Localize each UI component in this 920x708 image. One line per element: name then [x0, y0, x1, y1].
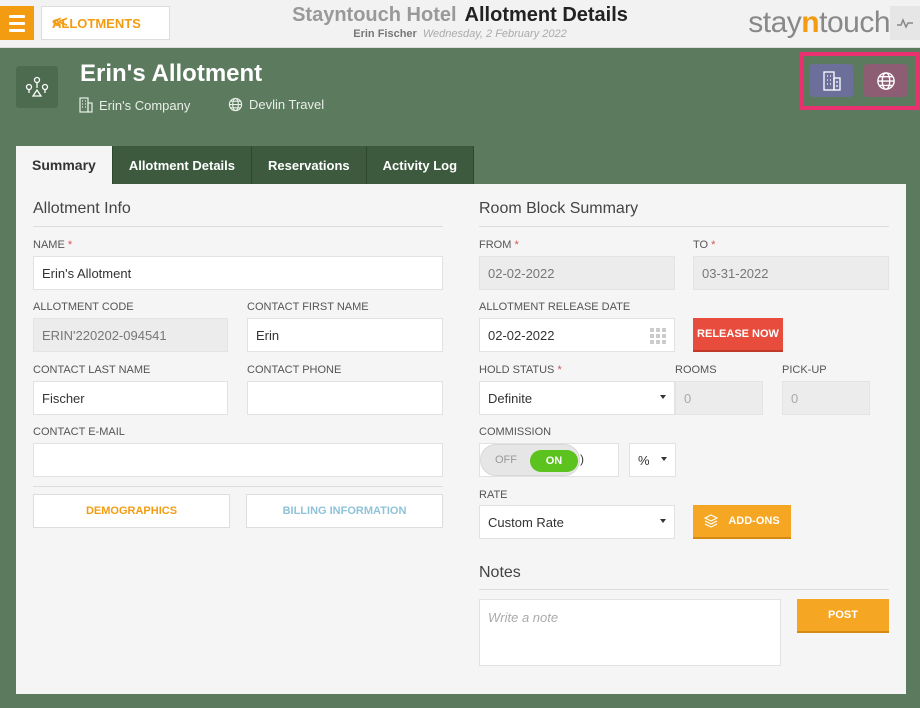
company-name: Erin's Company: [99, 97, 191, 113]
travel-agent-link[interactable]: Devlin Travel: [228, 97, 324, 112]
room-block-summary-title: Room Block Summary: [479, 200, 639, 217]
tab-summary[interactable]: Summary: [16, 146, 113, 184]
header-actions-highlight: [799, 52, 919, 110]
page-title: Allotment Details: [464, 4, 628, 26]
divider: [479, 589, 889, 590]
chevron-down-icon: [661, 457, 667, 461]
toggle-off-label: OFF: [495, 454, 517, 466]
release-now-button[interactable]: RELEASE NOW: [693, 318, 783, 352]
to-label: TO *: [693, 239, 716, 251]
tab-allotment-details[interactable]: Allotment Details: [112, 146, 252, 184]
pickup-label: PICK-UP: [782, 364, 827, 376]
from-label: FROM *: [479, 239, 519, 251]
note-placeholder: Write a note: [488, 610, 559, 625]
commission-unit-select[interactable]: %: [629, 443, 676, 477]
travel-agent-name: Devlin Travel: [249, 97, 325, 112]
allotment-code-field: ERIN'220202-094541: [33, 318, 228, 352]
contact-first-name-label: CONTACT FIRST NAME: [247, 301, 369, 313]
toggle-on-label: ON: [530, 450, 578, 472]
chevron-down-icon: [660, 395, 666, 399]
contact-phone-label: CONTACT PHONE: [247, 364, 342, 376]
rate-select[interactable]: Custom Rate: [479, 505, 675, 539]
contact-email-input[interactable]: [33, 443, 443, 477]
layers-icon: [704, 514, 719, 528]
from-date-field[interactable]: 02-02-2022: [479, 256, 675, 290]
note-textarea[interactable]: Write a note: [479, 599, 781, 666]
wave-icon: [897, 18, 913, 29]
contact-last-name-label: CONTACT LAST NAME: [33, 364, 151, 376]
calendar-icon[interactable]: [650, 328, 666, 344]
commission-label: COMMISSION: [479, 426, 552, 438]
name-label: NAME *: [33, 239, 73, 251]
contact-first-name-input[interactable]: Erin: [247, 318, 443, 352]
post-note-button[interactable]: POST: [797, 599, 889, 633]
user-name: Erin Fischer: [353, 28, 417, 40]
chevron-down-icon: [660, 519, 666, 523]
contact-email-label: CONTACT E-MAIL: [33, 426, 125, 438]
stayntouch-logo: stayntouch: [748, 6, 890, 39]
company-link[interactable]: Erin's Company: [79, 97, 190, 113]
allotment-name-input[interactable]: Erin's Allotment: [33, 256, 443, 290]
commission-toggle[interactable]: OFF ON ): [479, 443, 619, 477]
company-card-button[interactable]: [810, 64, 853, 97]
rooms-field: 0: [675, 381, 763, 415]
hold-status-label: HOLD STATUS *: [479, 364, 562, 376]
divider: [33, 486, 443, 487]
add-ons-button[interactable]: ADD-ONS: [693, 505, 791, 539]
activity-wave-button[interactable]: [890, 6, 920, 40]
contact-last-name-input[interactable]: Fischer: [33, 381, 228, 415]
allotment-title: Erin's Allotment: [80, 60, 263, 87]
billing-information-button[interactable]: BILLING INFORMATION: [246, 494, 443, 528]
notes-title: Notes: [479, 564, 521, 581]
release-date-input[interactable]: 02-02-2022: [479, 318, 675, 352]
hold-status-select[interactable]: Definite: [479, 381, 675, 415]
building-icon: [79, 97, 93, 113]
hotel-name: Stayntouch Hotel: [292, 4, 457, 26]
contact-phone-input[interactable]: [247, 381, 443, 415]
summary-panel: Allotment Info NAME * Erin's Allotment A…: [16, 184, 906, 694]
travel-agent-card-button[interactable]: [864, 64, 907, 97]
allotment-info-title: Allotment Info: [33, 200, 131, 217]
allotment-code-label: ALLOTMENT CODE: [33, 301, 134, 313]
toggle-tail: ): [580, 452, 584, 466]
pickup-field: 0: [782, 381, 870, 415]
rooms-label: ROOMS: [675, 364, 717, 376]
demographics-button[interactable]: DEMOGRAPHICS: [33, 494, 230, 528]
tab-bar: Summary Allotment Details Reservations A…: [16, 146, 475, 184]
globe-icon: [876, 71, 895, 90]
release-date-label: ALLOTMENT RELEASE DATE: [479, 301, 631, 313]
top-bar: << ALLOTMENTS Stayntouch Hotel Allotment …: [0, 0, 920, 48]
allotment-type-icon: [16, 66, 58, 108]
to-date-field[interactable]: 03-31-2022: [693, 256, 889, 290]
add-ons-label: ADD-ONS: [728, 515, 780, 527]
business-date: Wednesday, 2 February 2022: [422, 28, 567, 40]
tab-activity-log[interactable]: Activity Log: [366, 146, 475, 184]
globe-icon: [228, 97, 243, 112]
post-label: POST: [828, 609, 858, 621]
rate-label: RATE: [479, 489, 508, 501]
divider: [479, 226, 889, 227]
toggle-track: OFF ON: [480, 444, 580, 476]
divider: [33, 226, 443, 227]
building-icon: [822, 70, 841, 91]
tab-reservations[interactable]: Reservations: [252, 146, 367, 184]
